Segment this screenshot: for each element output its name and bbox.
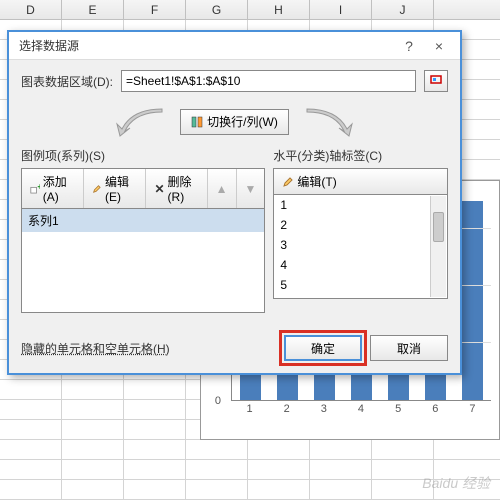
col-header[interactable]: H bbox=[248, 0, 310, 19]
list-item[interactable]: 4 bbox=[274, 255, 447, 275]
range-picker-icon bbox=[430, 75, 442, 87]
category-toolbar: 编辑(T) bbox=[273, 168, 448, 194]
edit-icon bbox=[92, 183, 102, 195]
list-item[interactable]: 5 bbox=[274, 275, 447, 295]
switch-label: 切换行/列(W) bbox=[207, 113, 278, 130]
scrollbar[interactable] bbox=[430, 196, 446, 297]
close-button[interactable]: × bbox=[424, 35, 454, 57]
remove-series-button[interactable]: ✕ 删除(R) bbox=[146, 169, 207, 208]
edit-series-button[interactable]: 编辑(E) bbox=[84, 169, 146, 208]
chart-bar bbox=[240, 372, 260, 400]
column-headers: D E F G H I J bbox=[0, 0, 500, 20]
series-listbox[interactable]: 系列1 bbox=[21, 208, 265, 313]
collapse-dialog-button[interactable] bbox=[424, 70, 448, 92]
arrow-right-icon bbox=[297, 104, 357, 139]
cancel-button[interactable]: 取消 bbox=[370, 335, 448, 361]
dialog-title: 选择数据源 bbox=[19, 37, 394, 54]
select-data-source-dialog: 选择数据源 ? × 图表数据区域(D): 切换行/列(W) 图例项(系列)(S) bbox=[7, 30, 462, 375]
chart-bar bbox=[462, 201, 482, 400]
list-item[interactable]: 1 bbox=[274, 195, 447, 215]
svg-text:✚: ✚ bbox=[37, 183, 39, 191]
col-header[interactable]: F bbox=[124, 0, 186, 19]
move-down-button[interactable]: ▼ bbox=[237, 169, 265, 208]
chart-data-range-label: 图表数据区域(D): bbox=[21, 73, 113, 90]
remove-icon: ✕ bbox=[154, 182, 164, 196]
legend-entries-label: 图例项(系列)(S) bbox=[21, 147, 265, 164]
series-toolbar: ✚ 添加(A) 编辑(E) ✕ 删除(R) ▲ ▼ bbox=[21, 168, 265, 208]
col-header[interactable]: I bbox=[310, 0, 372, 19]
hidden-empty-cells-button[interactable]: 隐藏的单元格和空单元格(H) bbox=[21, 340, 276, 357]
axis-labels-label: 水平(分类)轴标签(C) bbox=[273, 147, 448, 164]
col-header[interactable]: J bbox=[372, 0, 434, 19]
edit-icon bbox=[282, 176, 294, 188]
chart-x-axis: 1 2 3 4 5 6 7 bbox=[231, 403, 491, 423]
switch-row-column-button[interactable]: 切换行/列(W) bbox=[180, 109, 289, 135]
list-item[interactable]: 3 bbox=[274, 235, 447, 255]
col-header[interactable]: E bbox=[62, 0, 124, 19]
add-series-button[interactable]: ✚ 添加(A) bbox=[22, 169, 84, 208]
dialog-titlebar[interactable]: 选择数据源 ? × bbox=[9, 32, 460, 60]
category-listbox[interactable]: 1 2 3 4 5 bbox=[273, 194, 448, 299]
arrow-left-icon bbox=[112, 104, 172, 139]
switch-icon bbox=[191, 116, 203, 128]
edit-category-button[interactable]: 编辑(T) bbox=[274, 169, 344, 194]
move-up-button[interactable]: ▲ bbox=[208, 169, 237, 208]
watermark: Baidu 经验 bbox=[422, 473, 490, 493]
col-header[interactable]: G bbox=[186, 0, 248, 19]
list-item[interactable]: 2 bbox=[274, 215, 447, 235]
chart-data-range-input[interactable] bbox=[121, 70, 416, 92]
list-item[interactable]: 系列1 bbox=[22, 209, 264, 232]
arrow-down-icon: ▼ bbox=[245, 182, 257, 196]
ok-button[interactable]: 确定 bbox=[284, 335, 362, 361]
help-button[interactable]: ? bbox=[394, 35, 424, 57]
arrow-up-icon: ▲ bbox=[216, 182, 228, 196]
col-header[interactable]: D bbox=[0, 0, 62, 19]
add-icon: ✚ bbox=[30, 183, 40, 195]
